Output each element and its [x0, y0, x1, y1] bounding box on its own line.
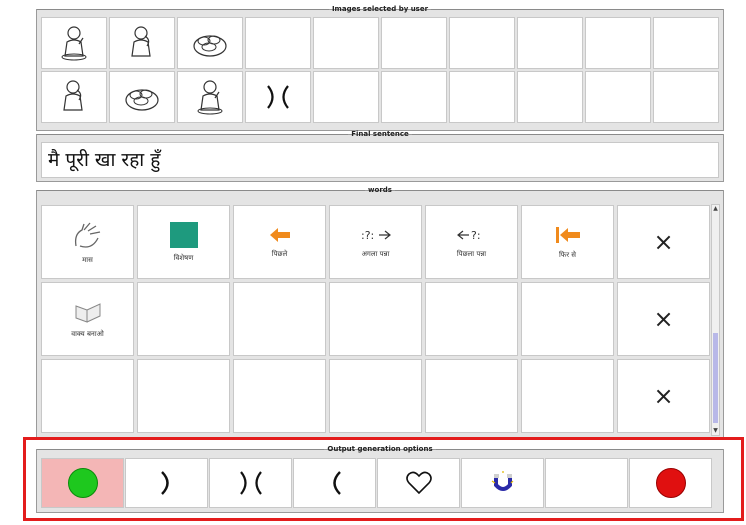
clear-row-button[interactable]: × — [617, 282, 710, 356]
word-label: पिछले — [271, 249, 288, 258]
word-label: अगला पन्ना — [361, 249, 390, 258]
close-icon: × — [653, 382, 674, 410]
symbol-empty[interactable] — [585, 71, 651, 123]
option-empty[interactable] — [545, 458, 628, 508]
word-tile-empty[interactable] — [329, 359, 422, 433]
sentence-panel-title: Final sentence — [351, 130, 409, 138]
symbol-empty[interactable] — [313, 71, 379, 123]
word-tile-empty[interactable] — [425, 282, 518, 356]
word-tile-make-sentence[interactable]: वाक्य बनाओ — [41, 282, 134, 356]
output-panel: Output generation options — [36, 445, 724, 513]
word-tile-next-page[interactable]: :?: अगला पन्ना — [329, 205, 422, 279]
scroll-thumb[interactable] — [713, 333, 718, 423]
word-label: मास — [82, 255, 93, 264]
symbol-empty[interactable] — [517, 71, 583, 123]
word-tile-empty[interactable] — [137, 359, 230, 433]
clear-row-button[interactable]: × — [617, 205, 710, 279]
sentence-panel: Final sentence मै पूरी खा रहा हुँ — [36, 130, 724, 182]
split-bracket-icon — [267, 85, 289, 109]
hand-gesture-icon — [74, 222, 100, 248]
option-left-bracket[interactable] — [293, 458, 376, 508]
person-eating-icon — [61, 26, 87, 61]
clear-row-button[interactable]: × — [617, 359, 710, 433]
option-red-stop[interactable] — [629, 458, 712, 508]
close-icon: × — [653, 305, 674, 333]
symbol-puri-plate[interactable] — [109, 71, 175, 123]
symbol-puri-plate[interactable] — [177, 17, 243, 69]
symbol-empty[interactable] — [313, 17, 379, 69]
word-label: विशेषण — [173, 253, 194, 262]
person-hand-to-mouth-icon — [131, 26, 151, 57]
symbol-empty[interactable] — [245, 17, 311, 69]
symbol-person-eating[interactable] — [177, 71, 243, 123]
word-tile-empty[interactable] — [137, 282, 230, 356]
red-dot-icon — [655, 468, 686, 498]
word-tile-phir-se[interactable]: फिर से — [521, 205, 614, 279]
puri-plate-icon — [125, 89, 159, 111]
word-label: फिर से — [558, 250, 577, 259]
book-icon — [75, 302, 100, 323]
heart-icon — [405, 471, 432, 495]
svg-text::?:: :?: — [361, 229, 374, 242]
symbol-person-eating[interactable] — [41, 17, 107, 69]
symbol-split-bracket[interactable] — [245, 71, 311, 123]
words-grid: मास विशेषण पिछले :?: अगला पन्ना ?: पिछला… — [41, 205, 710, 433]
svg-text:?:: ?: — [471, 229, 481, 242]
symbol-empty[interactable] — [449, 17, 515, 69]
left-bracket-icon — [332, 471, 341, 495]
magnet-icon — [491, 471, 513, 491]
right-bracket-icon — [160, 471, 169, 495]
words-panel-title: words — [368, 186, 392, 194]
symbols-panel-title: Images selected by user — [331, 5, 429, 13]
word-tile-mass[interactable]: मास — [41, 205, 134, 279]
next-page-icon: :?: — [361, 229, 391, 242]
symbol-empty[interactable] — [381, 71, 447, 123]
person-eating-icon — [197, 80, 223, 115]
green-square-icon — [169, 221, 198, 248]
split-bracket-icon — [239, 471, 262, 495]
scroll-down-icon[interactable]: ▼ — [712, 427, 719, 435]
word-tile-empty[interactable] — [329, 282, 422, 356]
symbols-grid — [41, 17, 719, 123]
word-tile-empty[interactable] — [521, 359, 614, 433]
symbol-empty[interactable] — [449, 71, 515, 123]
option-split-bracket[interactable] — [209, 458, 292, 508]
word-tile-visheshan[interactable]: विशेषण — [137, 205, 230, 279]
word-tile-empty[interactable] — [233, 282, 326, 356]
word-tile-empty[interactable] — [521, 282, 614, 356]
first-arrow-icon — [555, 226, 580, 243]
word-tile-pichhle[interactable]: पिछले — [233, 205, 326, 279]
puri-plate-icon — [193, 35, 227, 57]
green-dot-icon — [67, 468, 98, 498]
word-tile-empty[interactable] — [233, 359, 326, 433]
symbol-empty[interactable] — [653, 71, 719, 123]
option-heart[interactable] — [377, 458, 460, 508]
symbol-person-hand-to-mouth[interactable] — [41, 71, 107, 123]
symbol-empty[interactable] — [653, 17, 719, 69]
option-magnet[interactable] — [461, 458, 544, 508]
output-panel-title: Output generation options — [327, 445, 433, 453]
word-tile-empty[interactable] — [41, 359, 134, 433]
word-label: वाक्य बनाओ — [71, 329, 104, 338]
words-panel: words मास विशेषण पिछले :?: अगला पन्ना ?:… — [36, 186, 724, 438]
symbol-empty[interactable] — [381, 17, 447, 69]
final-sentence-field[interactable]: मै पूरी खा रहा हुँ — [41, 142, 719, 178]
word-tile-previous-page[interactable]: ?: पिछला पन्ना — [425, 205, 518, 279]
symbol-empty[interactable] — [517, 17, 583, 69]
close-icon: × — [653, 228, 674, 256]
word-tile-empty[interactable] — [425, 359, 518, 433]
person-hand-to-mouth-icon — [63, 80, 83, 111]
symbol-empty[interactable] — [585, 17, 651, 69]
back-arrow-icon — [269, 227, 290, 242]
symbols-panel: Images selected by user — [36, 5, 724, 131]
words-scrollbar[interactable]: ▲ ▼ — [711, 204, 720, 436]
option-green-start[interactable] — [41, 458, 124, 508]
word-label: पिछला पन्ना — [456, 249, 487, 258]
symbol-person-hand-to-mouth[interactable] — [109, 17, 175, 69]
option-right-bracket[interactable] — [125, 458, 208, 508]
previous-page-icon: ?: — [456, 229, 481, 242]
output-options-grid — [41, 458, 712, 508]
scroll-up-icon[interactable]: ▲ — [712, 205, 719, 213]
